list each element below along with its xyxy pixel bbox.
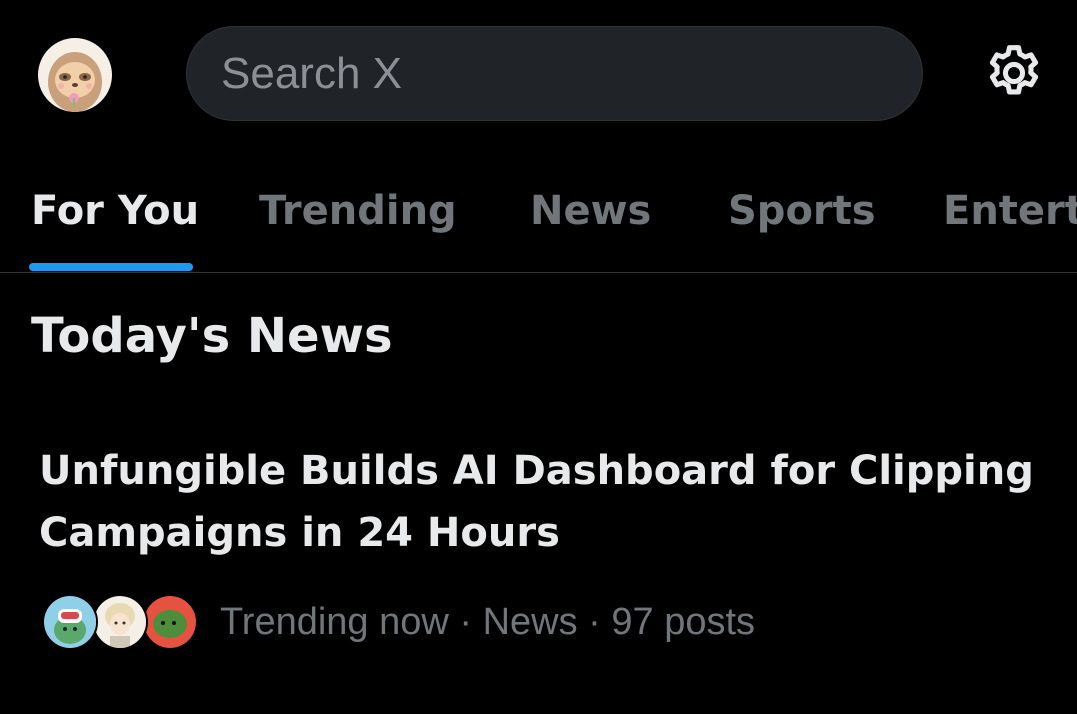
- profile-avatar[interactable]: [38, 38, 112, 112]
- news-headline[interactable]: Unfungible Builds AI Dashboard for Clipp…: [39, 440, 1049, 564]
- gear-icon: [989, 45, 1039, 95]
- sloth-avatar-icon: [38, 38, 112, 112]
- avatar: [42, 594, 98, 650]
- section-title: Today's News: [31, 308, 393, 364]
- avatar-stack: [42, 592, 198, 652]
- tab-entertainment[interactable]: Entert: [943, 188, 1077, 234]
- avatar: [92, 594, 148, 650]
- active-tab-indicator: [29, 263, 193, 271]
- explore-tabs: For You Trending News Sports Entert: [0, 150, 1077, 272]
- news-meta: Trending now · News · 97 posts: [42, 590, 755, 654]
- news-meta-text: Trending now · News · 97 posts: [220, 600, 756, 643]
- settings-button[interactable]: [982, 41, 1046, 105]
- tab-news[interactable]: News: [530, 188, 651, 234]
- robot-avatar-icon: [44, 596, 96, 648]
- tabs-divider: [0, 272, 1077, 273]
- avatar: [142, 594, 198, 650]
- tab-sports[interactable]: Sports: [728, 188, 876, 234]
- anime-character-avatar-icon: [94, 596, 146, 648]
- frog-avatar-icon: [144, 596, 196, 648]
- tab-trending[interactable]: Trending: [259, 188, 457, 234]
- search-bar[interactable]: [186, 26, 923, 121]
- top-bar: [0, 0, 1077, 150]
- news-item[interactable]: Unfungible Builds AI Dashboard for Clipp…: [0, 420, 1077, 690]
- search-input[interactable]: [219, 47, 883, 100]
- tab-for-you[interactable]: For You: [31, 188, 199, 234]
